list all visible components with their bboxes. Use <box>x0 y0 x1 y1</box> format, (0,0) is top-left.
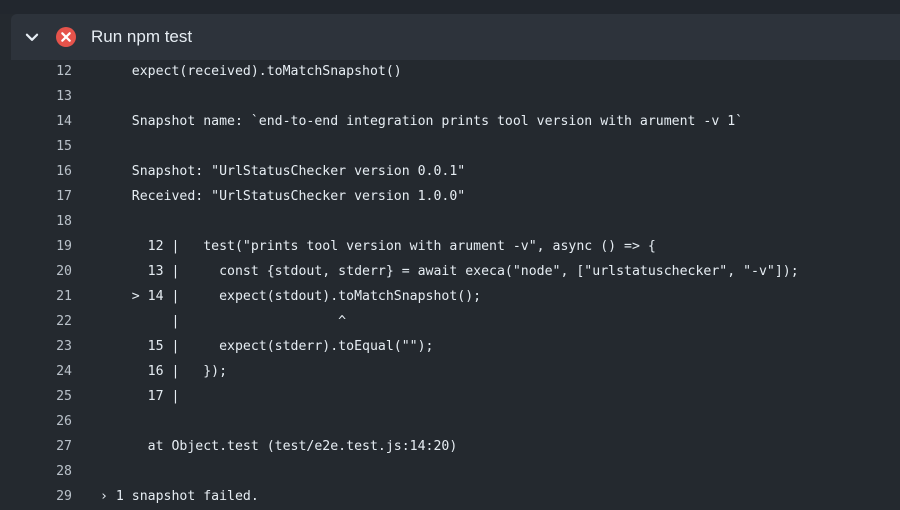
log-line[interactable]: 24 16 | }); <box>0 359 900 384</box>
log-line[interactable]: 23 15 | expect(stderr).toEqual(""); <box>0 334 900 359</box>
log-line-number[interactable]: 27 <box>30 434 72 459</box>
chevron-down-icon[interactable] <box>23 28 41 46</box>
log-line[interactable]: 26 <box>0 409 900 434</box>
log-line[interactable]: 14 Snapshot name: `end-to-end integratio… <box>0 109 900 134</box>
log-line[interactable]: 22 | ^ <box>0 309 900 334</box>
log-line-number[interactable]: 25 <box>30 384 72 409</box>
step-header-run-npm-test[interactable]: Run npm test <box>11 14 900 60</box>
log-line-number[interactable]: 15 <box>30 134 72 159</box>
log-line-number[interactable]: 20 <box>30 259 72 284</box>
log-line[interactable]: 21 > 14 | expect(stdout).toMatchSnapshot… <box>0 284 900 309</box>
log-line[interactable]: 15 <box>0 134 900 159</box>
log-line-number[interactable]: 18 <box>30 209 72 234</box>
log-line-number[interactable]: 19 <box>30 234 72 259</box>
log-line-text: 12 | test("prints tool version with arum… <box>100 239 656 254</box>
log-line-number[interactable]: 24 <box>30 359 72 384</box>
log-line-number[interactable]: 21 <box>30 284 72 309</box>
log-line[interactable]: 17 Received: "UrlStatusChecker version 1… <box>0 184 900 209</box>
log-line-text: › 1 snapshot failed. <box>100 489 259 504</box>
log-line-number[interactable]: 22 <box>30 309 72 334</box>
log-line-text: 17 | <box>100 389 180 404</box>
log-line[interactable]: 12 expect(received).toMatchSnapshot() <box>0 59 900 84</box>
log-line[interactable]: 13 <box>0 84 900 109</box>
log-line-number[interactable]: 29 <box>30 484 72 509</box>
log-line-text: expect(received).toMatchSnapshot() <box>100 64 402 79</box>
x-circle-icon <box>56 27 76 47</box>
log-line-text: 13 | const {stdout, stderr} = await exec… <box>100 264 799 279</box>
log-line[interactable]: 28 <box>0 459 900 484</box>
log-line-number[interactable]: 28 <box>30 459 72 484</box>
log-line[interactable]: 18 <box>0 209 900 234</box>
log-line-number[interactable]: 23 <box>30 334 72 359</box>
log-line-number[interactable]: 26 <box>30 409 72 434</box>
log-line-text: Received: "UrlStatusChecker version 1.0.… <box>100 189 466 204</box>
log-line[interactable]: 20 13 | const {stdout, stderr} = await e… <box>0 259 900 284</box>
log-line[interactable]: 19 12 | test("prints tool version with a… <box>0 234 900 259</box>
log-line-text: | ^ <box>100 314 347 329</box>
log-output: 12 expect(received).toMatchSnapshot() 13 1… <box>0 59 900 509</box>
log-line-text: > 14 | expect(stdout).toMatchSnapshot(); <box>100 289 482 304</box>
log-line[interactable]: 25 17 | <box>0 384 900 409</box>
log-line-text: Snapshot name: `end-to-end integration p… <box>100 114 744 129</box>
log-top-edge <box>0 0 900 14</box>
log-line-number[interactable]: 16 <box>30 159 72 184</box>
log-line[interactable]: 16 Snapshot: "UrlStatusChecker version 0… <box>0 159 900 184</box>
step-title: Run npm test <box>91 27 193 46</box>
log-line-text: Snapshot: "UrlStatusChecker version 0.0.… <box>100 164 466 179</box>
log-line-text: 15 | expect(stderr).toEqual(""); <box>100 339 434 354</box>
log-line-number[interactable]: 13 <box>30 84 72 109</box>
log-line-text: at Object.test (test/e2e.test.js:14:20) <box>100 439 458 454</box>
log-line-number[interactable]: 14 <box>30 109 72 134</box>
log-line[interactable]: 29 › 1 snapshot failed. <box>0 484 900 509</box>
log-line[interactable]: 27 at Object.test (test/e2e.test.js:14:2… <box>0 434 900 459</box>
log-line-number[interactable]: 12 <box>30 59 72 84</box>
log-line-number[interactable]: 17 <box>30 184 72 209</box>
log-line-text: 16 | }); <box>100 364 228 379</box>
